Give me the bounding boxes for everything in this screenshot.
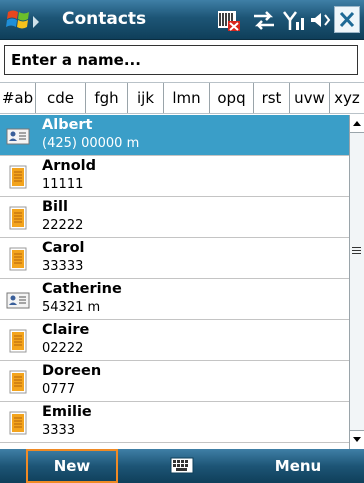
alphabet-tab-strip: #ab cde fgh ijk lmn opq rst uvw xyz <box>0 82 364 114</box>
contact-phone: 3333 <box>42 423 76 438</box>
contact-name: Emilie <box>42 404 92 420</box>
tab-ijk[interactable]: ijk <box>128 83 164 113</box>
title-bar: Contacts <box>0 0 364 40</box>
sim-contact-icon <box>6 292 30 309</box>
tab-xyz[interactable]: xyz <box>330 83 364 113</box>
tab-cde[interactable]: cde <box>36 83 86 113</box>
contact-phone: 33333 <box>42 259 84 274</box>
contact-card-icon <box>9 206 27 230</box>
contact-phone: 22222 <box>42 218 84 233</box>
signal-strength-icon <box>283 11 304 30</box>
contact-phone: 54321 m <box>42 300 101 315</box>
contact-name: Catherine <box>42 281 122 297</box>
scroll-grip-line <box>352 247 361 248</box>
contact-name: Doreen <box>42 363 102 379</box>
softkey-bar: New Menu <box>0 449 364 483</box>
contact-name: Albert <box>42 117 93 133</box>
contact-card-icon <box>9 165 27 189</box>
contact-list: Albert (425) 00000 m Arnold 11111 Bill 2… <box>0 115 349 449</box>
sim-contact-icon <box>6 128 30 145</box>
vertical-scrollbar[interactable] <box>349 115 364 449</box>
contact-row[interactable]: Emilie 3333 <box>0 402 349 443</box>
menu-softkey[interactable]: Menu <box>258 449 338 483</box>
contact-row[interactable]: Carol 33333 <box>0 238 349 279</box>
contact-name: Carol <box>42 240 85 256</box>
no-sim-icon <box>218 11 240 31</box>
contact-row[interactable]: Catherine 54321 m <box>0 279 349 320</box>
tab-uvw[interactable]: uvw <box>290 83 330 113</box>
sync-arrows-icon <box>254 11 274 30</box>
contact-card-icon <box>9 370 27 394</box>
contact-row[interactable]: Claire 02222 <box>0 320 349 361</box>
volume-icon[interactable] <box>308 8 332 32</box>
windows-flag-icon <box>6 10 39 29</box>
contact-name: Bill <box>42 199 68 215</box>
start-menu-button[interactable] <box>4 4 48 36</box>
keyboard-icon[interactable] <box>170 456 194 476</box>
tab-fgh[interactable]: fgh <box>86 83 128 113</box>
contact-card-icon <box>9 329 27 353</box>
tab-rst[interactable]: rst <box>254 83 290 113</box>
contact-row[interactable]: Albert (425) 00000 m <box>0 115 349 156</box>
close-button[interactable] <box>334 6 360 33</box>
contact-row[interactable]: Bill 22222 <box>0 197 349 238</box>
tab-lmn[interactable]: lmn <box>164 83 210 113</box>
contact-phone: 0777 <box>42 382 76 397</box>
tab-opq[interactable]: opq <box>210 83 254 113</box>
new-contact-softkey[interactable]: New <box>26 449 118 483</box>
tab-ab[interactable]: #ab <box>0 83 36 113</box>
contact-phone: (425) 00000 m <box>42 136 140 151</box>
contact-name: Claire <box>42 322 90 338</box>
window-title: Contacts <box>62 9 147 29</box>
contact-card-icon <box>9 247 27 271</box>
scroll-grip-line <box>352 253 361 254</box>
contact-name: Arnold <box>42 158 97 174</box>
close-icon <box>339 11 355 28</box>
scroll-down-arrow-icon[interactable] <box>350 431 364 448</box>
scroll-thumb[interactable] <box>350 132 364 431</box>
contact-row[interactable]: Arnold 11111 <box>0 156 349 197</box>
contact-phone: 11111 <box>42 177 84 192</box>
contact-phone: 02222 <box>42 341 84 356</box>
name-search-input[interactable]: Enter a name... <box>4 45 358 75</box>
scroll-grip-line <box>352 250 361 251</box>
contact-row[interactable]: Doreen 0777 <box>0 361 349 402</box>
contact-card-icon <box>9 411 27 435</box>
scroll-up-arrow-icon[interactable] <box>350 115 364 132</box>
